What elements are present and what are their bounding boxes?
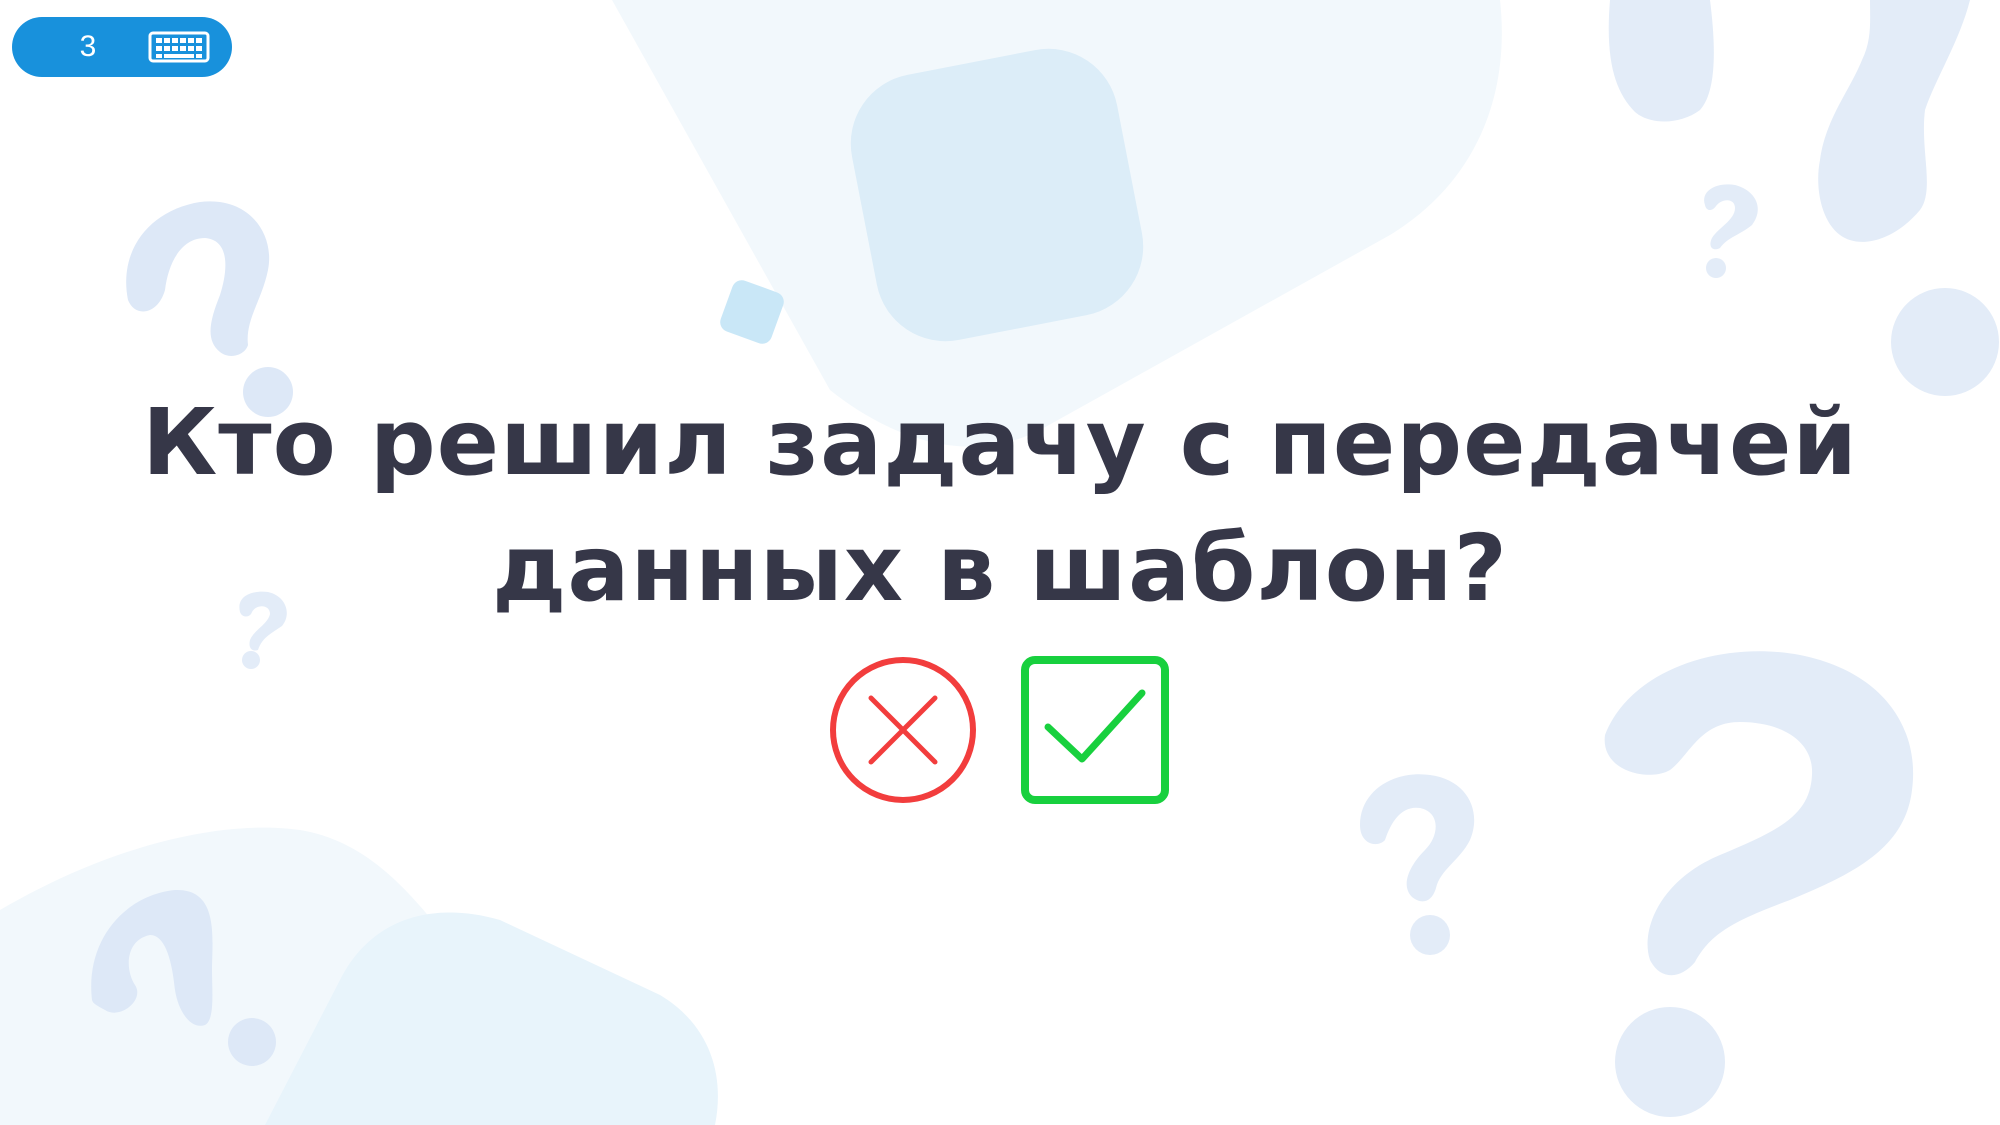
check-square-icon[interactable] — [1020, 655, 1170, 805]
cross-circle-icon[interactable] — [828, 655, 978, 805]
keyboard-icon[interactable] — [148, 31, 210, 63]
slide-indicator[interactable]: 3 — [12, 17, 232, 77]
question-title: Кто решил задачу с передачей данных в ша… — [142, 389, 1858, 622]
bg-question-mark-small-right — [1704, 184, 1758, 278]
bg-question-mark-mid-right — [1360, 774, 1475, 955]
answer-buttons — [828, 655, 1172, 805]
bg-question-mark-big-right — [1604, 651, 1914, 1117]
slide-number: 3 — [79, 30, 97, 63]
bg-rounded-square — [850, 48, 1144, 342]
bg-question-mark-top-right — [1608, 0, 1999, 396]
